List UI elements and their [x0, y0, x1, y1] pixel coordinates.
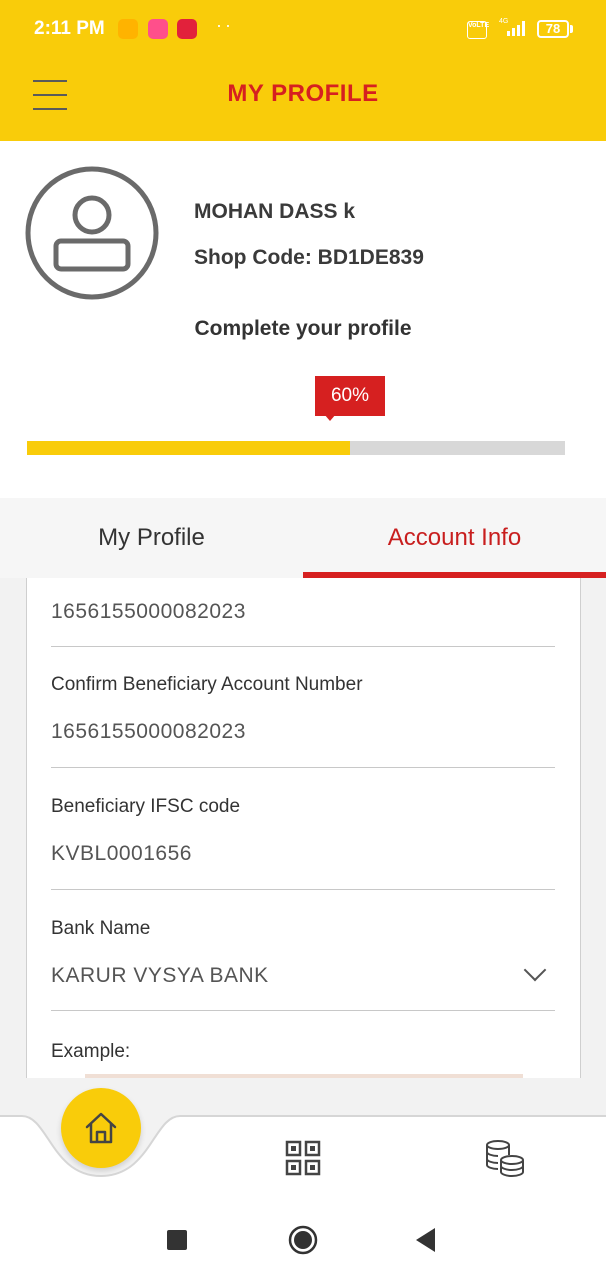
tab-account-info[interactable]: Account Info: [303, 498, 606, 578]
progress-badge-pointer: [324, 414, 336, 421]
tab-my-profile[interactable]: My Profile: [0, 498, 303, 578]
ifsc-field[interactable]: KVBL0001656: [51, 842, 192, 866]
avatar-icon: [25, 166, 159, 300]
field-divider: [51, 1010, 555, 1011]
tab-bar: My Profile Account Info: [0, 498, 606, 578]
example-label: Example:: [51, 1041, 131, 1062]
signal-icon: 4G: [499, 18, 525, 36]
bank-name-label: Bank Name: [51, 918, 151, 939]
coins-icon[interactable]: [484, 1138, 526, 1178]
more-notifications-icon: ··: [216, 15, 234, 35]
battery-icon: 78: [537, 20, 569, 38]
profile-name: MOHAN DASS k: [194, 200, 356, 223]
qr-code-icon[interactable]: [285, 1140, 321, 1176]
page-title: MY PROFILE: [227, 80, 379, 107]
volte-icon: VoLTE: [467, 21, 489, 39]
recent-apps-button[interactable]: [167, 1230, 187, 1250]
field-divider: [51, 889, 555, 890]
system-home-button[interactable]: [288, 1225, 318, 1255]
battery-tip: [570, 25, 573, 33]
status-time: 2:11 PM: [34, 18, 105, 39]
bank-name-select[interactable]: KARUR VYSYA BANK: [51, 964, 555, 994]
complete-profile-heading: Complete your profile: [194, 317, 412, 340]
home-button[interactable]: [61, 1088, 141, 1168]
back-button[interactable]: [416, 1228, 435, 1252]
notification-app-icon: [148, 19, 168, 39]
ifsc-label: Beneficiary IFSC code: [51, 796, 241, 817]
account-info-form: 1656155000082023 Confirm Beneficiary Acc…: [26, 578, 581, 1078]
confirm-account-label: Confirm Beneficiary Account Number: [51, 674, 363, 695]
notification-app-icon: [177, 19, 197, 39]
network-type: 4G: [499, 18, 508, 25]
field-divider: [51, 646, 555, 647]
notification-app-icon: [118, 19, 138, 39]
profile-progress-bar: [27, 441, 565, 455]
home-icon: [85, 1112, 117, 1144]
progress-badge: 60%: [315, 376, 385, 416]
confirm-account-field[interactable]: 1656155000082023: [51, 720, 246, 744]
account-number-field[interactable]: 1656155000082023: [51, 600, 246, 624]
bank-name-value: KARUR VYSYA BANK: [51, 964, 269, 987]
shop-code: Shop Code: BD1DE839: [194, 246, 424, 269]
field-divider: [51, 767, 555, 768]
profile-progress-fill: [27, 441, 350, 455]
